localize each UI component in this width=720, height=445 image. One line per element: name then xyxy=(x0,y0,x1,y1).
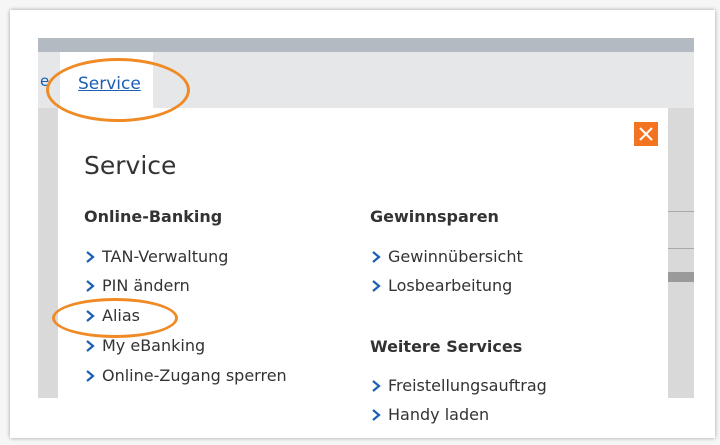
chevron-right-icon xyxy=(86,339,95,352)
menu-item-label: My eBanking xyxy=(102,336,206,355)
panel-title: Service xyxy=(84,151,177,180)
section-heading-weitere-services: Weitere Services xyxy=(370,337,523,356)
menu-item-gewinnuebersicht[interactable]: Gewinnübersicht xyxy=(370,247,523,266)
menu-item-my-ebanking[interactable]: My eBanking xyxy=(84,336,205,355)
highlight-oval-service-tab xyxy=(46,58,190,122)
menu-item-pin-aendern[interactable]: PIN ändern xyxy=(84,276,190,295)
menu-item-label: Online-Zugang sperren xyxy=(102,366,287,385)
close-x-icon xyxy=(639,127,653,141)
chevron-right-icon xyxy=(86,250,95,263)
section-heading-online-banking: Online-Banking xyxy=(84,207,223,226)
background-scrollbar xyxy=(668,272,694,282)
chevron-right-icon xyxy=(372,408,381,421)
menu-item-label: TAN-Verwaltung xyxy=(102,247,229,266)
chevron-right-icon xyxy=(372,250,381,263)
highlight-oval-alias xyxy=(52,298,178,338)
close-button[interactable] xyxy=(634,122,658,146)
menu-item-label: Gewinnübersicht xyxy=(388,247,523,266)
chevron-right-icon xyxy=(86,279,95,292)
background-divider xyxy=(668,248,694,249)
chevron-right-icon xyxy=(372,379,381,392)
menu-item-tan-verwaltung[interactable]: TAN-Verwaltung xyxy=(84,247,228,266)
menu-item-losbearbeitung[interactable]: Losbearbeitung xyxy=(370,276,512,295)
background-divider xyxy=(668,211,694,212)
menu-item-label: Losbearbeitung xyxy=(388,276,513,295)
chevron-right-icon xyxy=(86,369,95,382)
menu-item-handy-laden[interactable]: Handy laden xyxy=(370,405,489,424)
menu-item-online-zugang-sperren[interactable]: Online-Zugang sperren xyxy=(84,366,287,385)
menu-item-label: Freistellungsauftrag xyxy=(388,376,547,395)
menu-item-label: Handy laden xyxy=(388,405,490,424)
top-nav-strip xyxy=(38,38,694,52)
menu-item-freistellungsauftrag[interactable]: Freistellungsauftrag xyxy=(370,376,547,395)
chevron-right-icon xyxy=(372,279,381,292)
section-heading-gewinnsparen: Gewinnsparen xyxy=(370,207,499,226)
menu-item-label: PIN ändern xyxy=(102,276,190,295)
